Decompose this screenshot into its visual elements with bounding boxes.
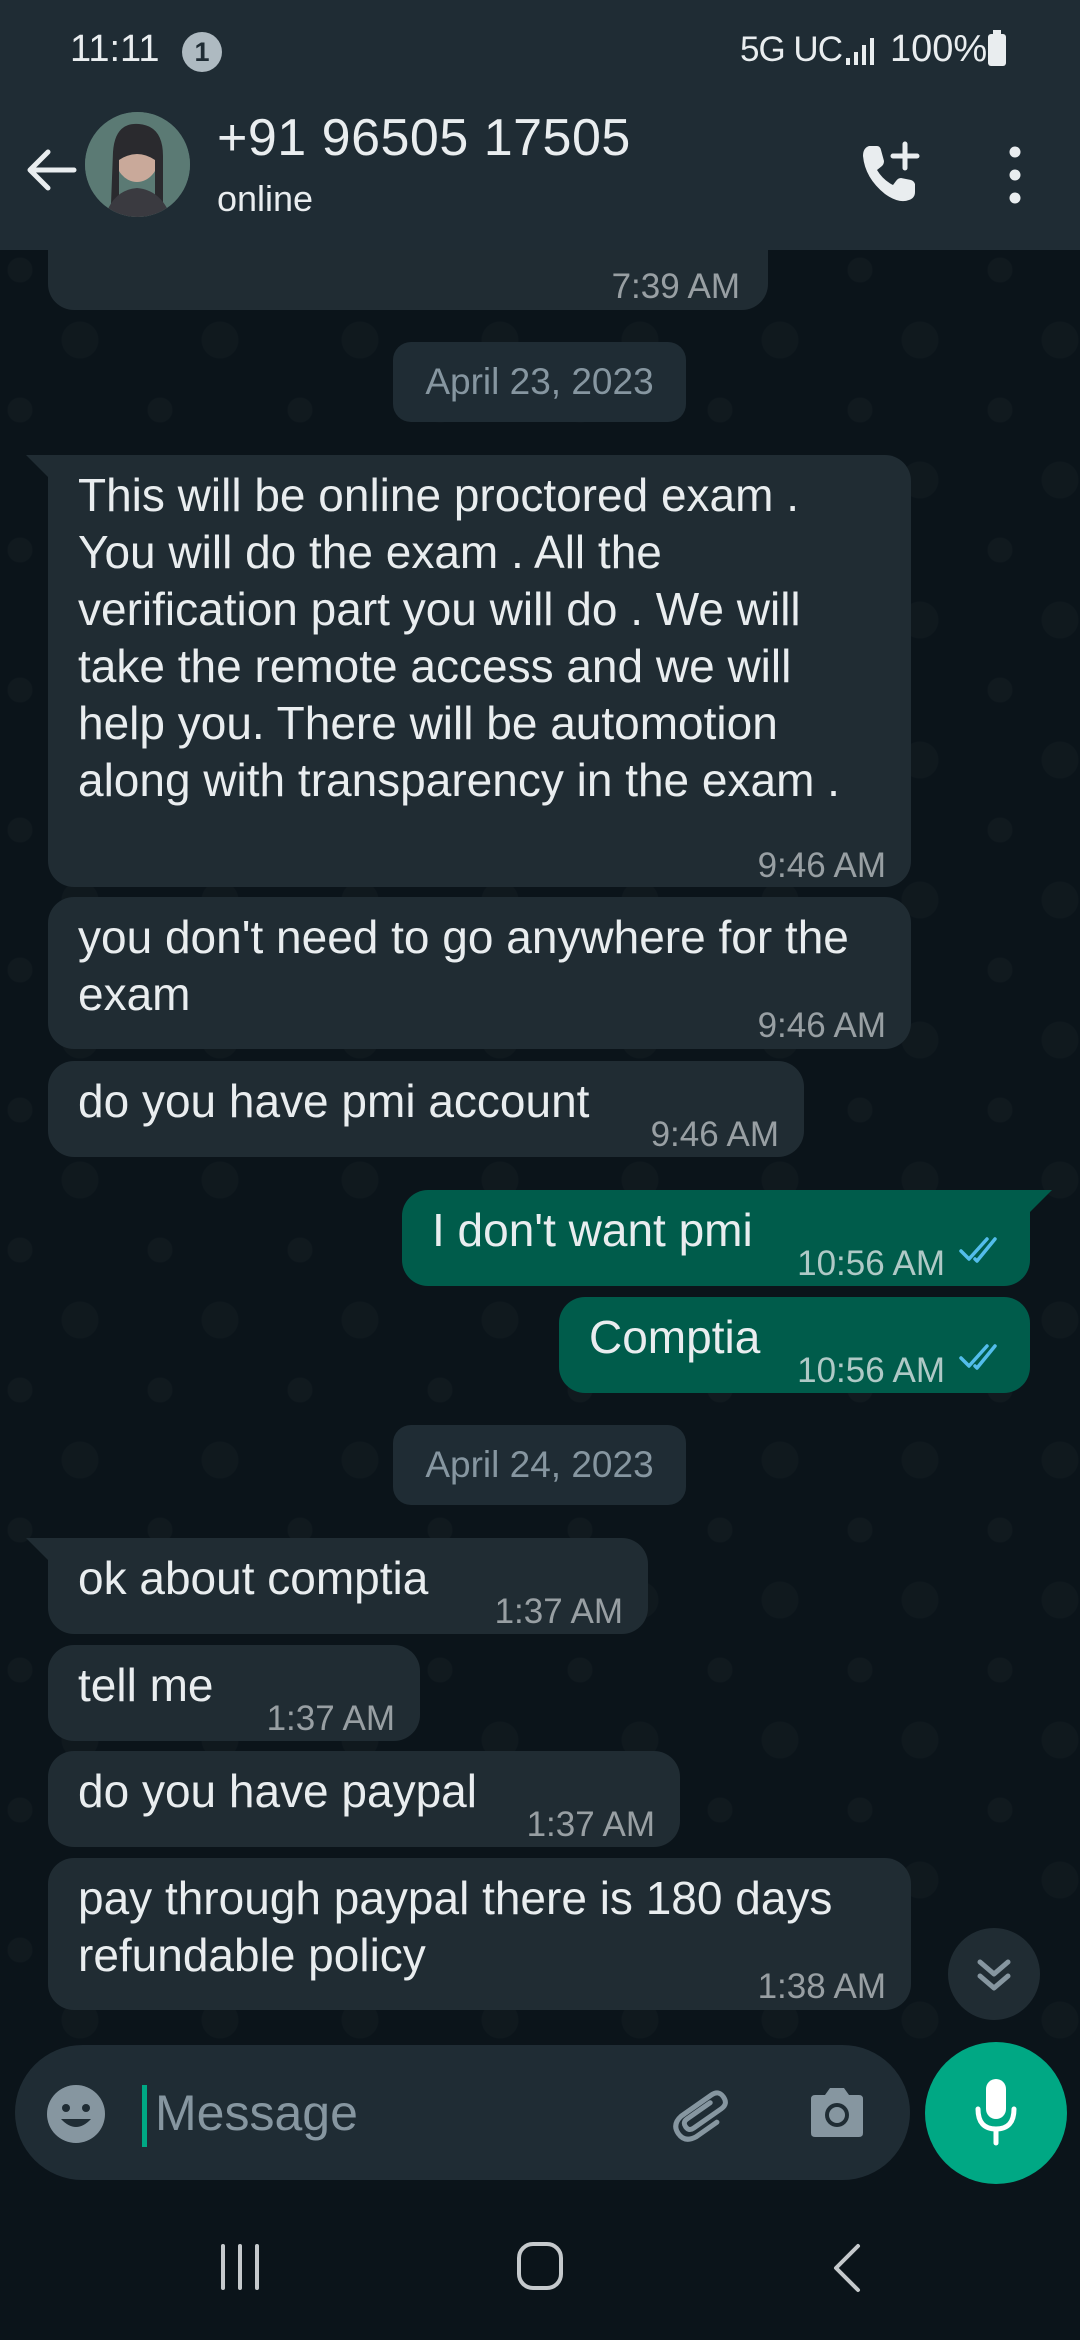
message-composer xyxy=(15,2045,910,2180)
incoming-message[interactable]: do you have paypal 1:37 AM xyxy=(48,1751,680,1847)
message-time: 1:38 AM xyxy=(757,1967,886,2006)
incoming-message[interactable]: pay through paypal there is 180 days ref… xyxy=(48,1858,911,2010)
message-bubble-partial[interactable]: 7:39 AM xyxy=(48,250,768,310)
recent-apps-icon[interactable] xyxy=(215,2242,265,2292)
nav-back-icon[interactable] xyxy=(828,2240,864,2296)
outgoing-message[interactable]: I don't want pmi 10:56 AM xyxy=(402,1190,1052,1286)
message-time: 9:46 AM xyxy=(757,1006,886,1045)
emoji-icon[interactable] xyxy=(45,2083,107,2145)
message-text: pay through paypal there is 180 days ref… xyxy=(78,1872,833,1981)
battery-icon xyxy=(988,30,1006,66)
message-text: you don't need to go anywhere for the ex… xyxy=(78,911,849,1020)
status-time: 11:11 xyxy=(70,28,160,70)
message-text: I don't want pmi xyxy=(432,1204,753,1256)
mic-icon xyxy=(975,2079,1017,2146)
contact-name[interactable]: +91 96505 17505 xyxy=(217,108,631,168)
message-time: 7:39 AM xyxy=(611,267,740,306)
back-arrow-icon[interactable] xyxy=(22,140,82,200)
home-icon[interactable] xyxy=(515,2238,565,2294)
message-time: 1:37 AM xyxy=(494,1592,623,1631)
message-time: 9:46 AM xyxy=(757,846,886,885)
message-text: Comptia xyxy=(589,1311,761,1363)
incoming-message[interactable]: do you have pmi account 9:46 AM xyxy=(48,1061,804,1157)
message-text: This will be online proctored exam . You… xyxy=(78,469,840,806)
system-navigation-bar xyxy=(0,2200,1080,2340)
date-separator: April 23, 2023 xyxy=(393,342,686,422)
signal-icon xyxy=(846,38,874,65)
voice-message-button[interactable] xyxy=(925,2042,1067,2184)
status-bar: 11:11 1 5G UC 100% xyxy=(0,0,1080,100)
message-time: 1:37 AM xyxy=(526,1805,655,1844)
message-time: 9:46 AM xyxy=(650,1115,779,1154)
message-time: 1:37 AM xyxy=(266,1699,395,1738)
outgoing-message[interactable]: Comptia 10:56 AM xyxy=(559,1297,1030,1393)
contact-status: online xyxy=(217,178,314,219)
read-ticks-icon xyxy=(959,1344,997,1370)
message-text: do you have pmi account xyxy=(78,1075,590,1127)
double-chevron-down-icon xyxy=(977,1959,1011,1991)
date-separator: April 24, 2023 xyxy=(393,1425,686,1505)
message-list-content: 7:39 AM April 23, 2023 This will be onli… xyxy=(0,250,1080,2040)
battery-percent: 100% xyxy=(890,28,988,70)
incoming-message[interactable]: tell me 1:37 AM xyxy=(48,1645,420,1741)
incoming-message[interactable]: you don't need to go anywhere for the ex… xyxy=(48,897,911,1049)
read-ticks-icon xyxy=(959,1237,997,1263)
message-text: tell me xyxy=(78,1659,214,1711)
avatar[interactable] xyxy=(85,112,190,217)
camera-icon[interactable] xyxy=(805,2083,869,2143)
notification-count-badge: 1 xyxy=(182,32,222,72)
message-time: 10:56 AM xyxy=(797,1244,945,1283)
add-call-icon[interactable] xyxy=(855,138,925,208)
network-type: 5G UC xyxy=(740,30,843,69)
scroll-to-bottom-button[interactable] xyxy=(948,1928,1040,2020)
more-options-icon[interactable] xyxy=(995,140,1035,210)
message-text: do you have paypal xyxy=(78,1765,477,1817)
incoming-message[interactable]: ok about comptia 1:37 AM xyxy=(26,1538,648,1634)
message-text: ok about comptia xyxy=(78,1552,429,1604)
message-input[interactable] xyxy=(147,2075,683,2150)
attach-icon[interactable] xyxy=(670,2080,740,2150)
chat-header: +91 96505 17505 online xyxy=(0,100,1080,250)
incoming-message[interactable]: This will be online proctored exam . You… xyxy=(26,455,911,887)
message-time: 10:56 AM xyxy=(797,1351,945,1390)
